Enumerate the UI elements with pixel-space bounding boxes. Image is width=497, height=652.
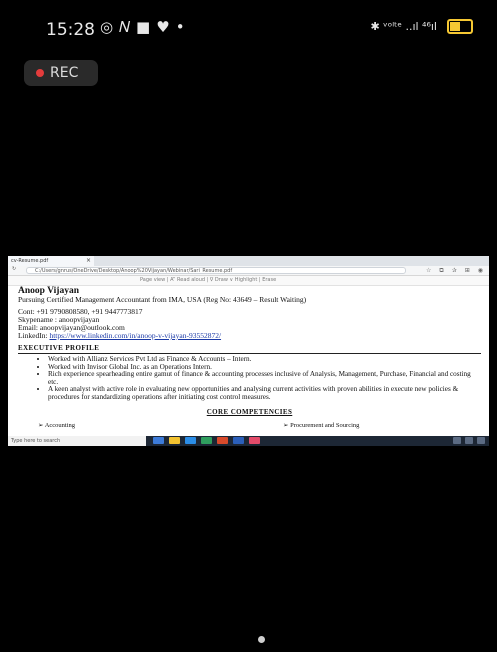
signal-indicators: ✱ ᵛᵒˡᵗᵉ ..ıl ⁴⁶ıl [370, 20, 437, 33]
contact-linkedin: LinkedIn: https://www.linkedin.com/in/an… [18, 332, 481, 340]
rec-label: REC [50, 65, 79, 81]
whatsapp-icon: ◎ [100, 18, 120, 36]
phone-screen: 15:28 ◎𝑁■♥• ✱ ᵛᵒˡᵗᵉ ..ıl ⁴⁶ıl REC cv-Res… [8, 0, 489, 652]
video-icon: ■ [136, 18, 157, 36]
file-explorer-icon[interactable] [169, 437, 180, 444]
record-dot-icon [36, 69, 44, 77]
pdf-toolbar: Page view | A” Read aloud | ∇ Draw ∨ Hig… [8, 276, 489, 286]
list-item: A keen analyst with active role in evalu… [48, 386, 481, 401]
windows-taskbar: Type here to search [8, 436, 489, 446]
notification-icons: ◎𝑁■♥• [100, 18, 191, 36]
tab-close-icon[interactable]: × [86, 256, 91, 266]
profile-list: Worked with Allianz Services Pvt Ltd as … [18, 355, 481, 402]
task-view-icon[interactable] [153, 437, 164, 444]
tray-icon[interactable] [453, 437, 461, 444]
dot-icon: • [175, 18, 191, 36]
status-right-icons: ✱ ᵛᵒˡᵗᵉ ..ıl ⁴⁶ıl [370, 19, 473, 34]
battery-icon [447, 19, 473, 34]
contact-block: Cont: +91 9790808580, +91 9447773817 Sky… [18, 308, 481, 340]
linkedin-label: LinkedIn: [18, 331, 50, 340]
excel-icon[interactable] [201, 437, 212, 444]
powerpoint-icon[interactable] [217, 437, 228, 444]
tray-icon[interactable] [477, 437, 485, 444]
taskbar-apps [153, 437, 260, 444]
favorites-icon[interactable]: ✰ [452, 267, 457, 275]
core-competencies-title: CORE COMPETENCIES [206, 407, 293, 416]
system-tray [453, 437, 485, 444]
profile-icon[interactable]: ◉ [478, 267, 483, 275]
home-indicator[interactable] [258, 636, 265, 643]
rec-badge[interactable]: REC [24, 60, 98, 86]
star-icon[interactable]: ☆ [426, 267, 431, 275]
list-item: Rich experience spearheading entire gamu… [48, 370, 481, 386]
taskbar-search[interactable]: Type here to search [8, 436, 146, 446]
section-title: EXECUTIVE PROFILE [18, 344, 481, 354]
refresh-icon[interactable]: ↻ [12, 266, 16, 272]
tray-icon[interactable] [465, 437, 473, 444]
core-competencies-list: ➢ Accounting ➢ Procurement and Sourcing [18, 419, 481, 429]
heart-icon: ♥ [156, 18, 176, 36]
resume-document: Anoop Vijayan Pursuing Certified Managem… [8, 286, 489, 429]
competency-left: ➢ Accounting [38, 421, 76, 429]
linkedin-link[interactable]: https://www.linkedin.com/in/anoop-v-vija… [49, 331, 221, 340]
browser-tab-bar: cv-Resume.pdf × [8, 256, 489, 266]
pdf-toolbar-items[interactable]: Page view | A” Read aloud | ∇ Draw ∨ Hig… [140, 277, 276, 283]
collections-icon[interactable]: ⊞ [465, 267, 470, 275]
browser-tab[interactable]: cv-Resume.pdf [8, 256, 94, 266]
status-time: 15:28 [46, 20, 95, 40]
edge-icon[interactable] [185, 437, 196, 444]
n-icon: 𝑁 [119, 18, 137, 36]
address-bar: ↻ C:/Users/gnrus/OneDrive/Desktop/Anoop%… [8, 266, 489, 276]
word-icon[interactable] [233, 437, 244, 444]
status-bar: 15:28 ◎𝑁■♥• ✱ ᵛᵒˡᵗᵉ ..ıl ⁴⁶ıl [8, 0, 489, 60]
resume-subtitle: Pursuing Certified Management Accountant… [18, 295, 307, 304]
competency-right: ➢ Procurement and Sourcing [283, 421, 360, 429]
app-icon[interactable] [249, 437, 260, 444]
browser-actions: ☆ ⧉ ✰ ⊞ ◉ [426, 267, 483, 275]
split-icon[interactable]: ⧉ [439, 267, 443, 275]
url-field[interactable]: C:/Users/gnrus/OneDrive/Desktop/Anoop%20… [26, 267, 406, 274]
tab-title: cv-Resume.pdf [11, 258, 49, 264]
shared-desktop-screen: cv-Resume.pdf × ↻ C:/Users/gnrus/OneDriv… [8, 256, 489, 446]
